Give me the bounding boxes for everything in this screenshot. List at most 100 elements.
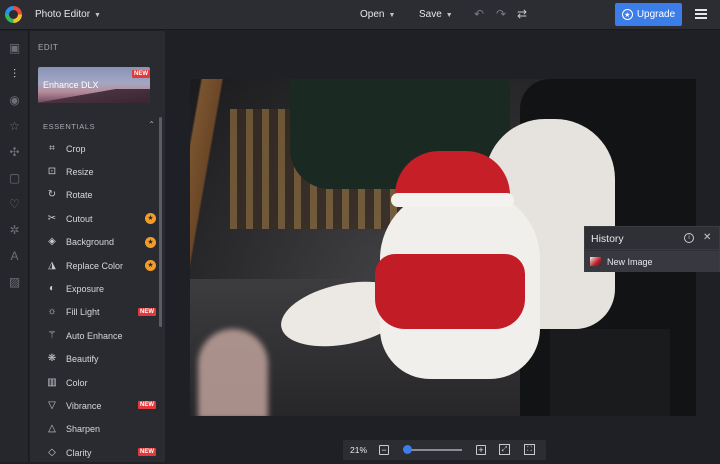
tool-label: Exposure (66, 284, 105, 295)
tool-label: Resize (66, 167, 94, 178)
tool-label: Replace Color (66, 260, 124, 271)
history-thumbnail (590, 257, 601, 266)
save-menu[interactable]: Save ▼ (419, 9, 453, 20)
sun-icon: ☼ (47, 306, 57, 318)
premium-star-icon: ★ (145, 236, 156, 248)
sliders-icon[interactable]: ⫶ (7, 67, 22, 82)
premium-star-icon: ★ (145, 213, 156, 225)
tool-exposure[interactable]: ◐ Exposure (36, 277, 156, 300)
zoom-out-button[interactable]: − (379, 445, 389, 455)
premium-star-icon: ★ (145, 259, 156, 271)
enhance-dlx-banner[interactable]: NEW Enhance DLX (38, 67, 150, 103)
triangle-down-icon: ▽ (48, 399, 56, 411)
tool-clarity[interactable]: ◇ Clarity NEW (36, 441, 156, 464)
resize-icon: ⊡ (47, 166, 57, 178)
actual-size-icon[interactable]: ⛶ (524, 444, 535, 455)
gear-icon[interactable]: ✲ (7, 223, 22, 238)
star-icon: ★ (621, 9, 633, 20)
new-badge: NEW (138, 307, 156, 316)
chevron-up-icon: ⌃ (148, 120, 155, 129)
rotate-icon: ↻ (47, 189, 57, 201)
new-badge: NEW (138, 448, 156, 457)
zoom-in-button[interactable]: + (476, 445, 486, 455)
tool-label: Color (66, 377, 88, 388)
tool-vibrance[interactable]: ▽ Vibrance NEW (36, 394, 156, 417)
upgrade-label: Upgrade (636, 9, 676, 20)
photo-editor-menu[interactable]: Photo Editor ▼ (35, 9, 101, 20)
new-badge: NEW (138, 401, 156, 410)
tool-label: Rotate (66, 190, 93, 201)
edit-panel: EDIT NEW Enhance DLX ESSENTIALS ⌃ ⌗ Crop … (30, 31, 165, 462)
zoom-bar: 21% − + ⤢ ⛶ (343, 440, 546, 460)
tool-color[interactable]: ▥ Color (36, 371, 156, 394)
hamburger-menu-icon[interactable] (695, 9, 707, 19)
tool-crop[interactable]: ⌗ Crop (36, 137, 156, 160)
triangle-up-icon: △ (48, 423, 56, 435)
tool-replace-color[interactable]: ◮ Replace Color ★ (36, 254, 156, 277)
history-header: History i ✕ (585, 227, 720, 250)
tool-list: ⌗ Crop ⊡ Resize ↻ Rotate ✂ Cutout ★ ◈ Backgrou… (36, 137, 156, 464)
zoom-value: 21% (350, 445, 368, 455)
history-item[interactable]: New Image (585, 251, 719, 272)
scissors-icon: ✂ (47, 212, 57, 224)
open-menu[interactable]: Open ▼ (360, 9, 395, 20)
tool-background[interactable]: ◈ Background ★ (36, 231, 156, 254)
info-icon[interactable]: i (684, 233, 694, 243)
app-logo[interactable] (5, 6, 22, 23)
image-icon[interactable]: ▣ (7, 41, 22, 56)
tool-label: Sharpen (66, 424, 101, 435)
magic-icon: ⚚ (47, 329, 57, 341)
new-badge: NEW (132, 70, 150, 78)
tool-label: Vibrance (66, 400, 102, 411)
drop-icon: ◮ (48, 259, 56, 271)
photo-editor-menu-label: Photo Editor (35, 9, 91, 20)
enhance-dlx-label: Enhance DLX (43, 80, 99, 90)
frame-icon[interactable]: ▢ (7, 171, 22, 186)
open-menu-label: Open (360, 9, 385, 20)
tool-label: Clarity (66, 447, 92, 458)
redo-icon[interactable]: ↷ (496, 7, 506, 21)
tool-fill-light[interactable]: ☼ Fill Light NEW (36, 301, 156, 324)
panel-scrollbar[interactable] (159, 117, 162, 327)
top-bar: Photo Editor ▼ Open ▼ Save ▼ ↶ ↷ ⇄ ★ Upgrad… (0, 0, 720, 30)
zoom-slider-thumb[interactable] (403, 445, 413, 454)
exposure-icon: ◐ (48, 283, 56, 295)
sparkle-icon: ❋ (47, 353, 57, 365)
chevron-down-icon: ▼ (94, 12, 101, 19)
tool-resize[interactable]: ⊡ Resize (36, 160, 156, 183)
eye-icon[interactable]: ◉ (7, 93, 22, 108)
eraser-icon: ◈ (48, 236, 56, 248)
close-icon[interactable]: ✕ (703, 232, 711, 243)
essentials-section-header[interactable]: ESSENTIALS ⌃ (36, 119, 158, 133)
history-title: History (591, 233, 624, 245)
tool-label: Auto Enhance (66, 330, 123, 341)
tool-sharpen[interactable]: △ Sharpen (36, 418, 156, 441)
star-icon[interactable]: ☆ (7, 119, 22, 134)
undo-icon[interactable]: ↶ (474, 7, 484, 21)
heart-icon[interactable]: ♡ (7, 197, 22, 212)
text-icon[interactable]: A (7, 249, 22, 264)
tool-beautify[interactable]: ❋ Beautify (36, 348, 156, 371)
tool-auto-enhance[interactable]: ⚚ Auto Enhance (36, 324, 156, 347)
save-menu-label: Save (419, 9, 442, 20)
tool-label: Background (66, 237, 115, 248)
tool-label: Fill Light (66, 307, 100, 318)
texture-icon[interactable]: ▨ (7, 275, 22, 290)
tool-cutout[interactable]: ✂ Cutout ★ (36, 207, 156, 230)
panel-title: EDIT (38, 43, 59, 52)
shapes-icon[interactable]: ✣ (7, 145, 22, 160)
chevron-down-icon: ▼ (388, 12, 396, 19)
chevron-down-icon: ▼ (445, 12, 453, 19)
history-panel: History i ✕ New Image (584, 226, 720, 272)
tool-label: Crop (66, 143, 86, 154)
compare-icon[interactable]: ⇄ (517, 7, 527, 21)
essentials-label: ESSENTIALS (43, 122, 96, 131)
fit-to-screen-icon[interactable]: ⤢ (499, 444, 510, 455)
zoom-slider-track[interactable] (406, 449, 462, 451)
tool-rotate[interactable]: ↻ Rotate (36, 184, 156, 207)
tool-label: Beautify (66, 354, 99, 365)
tool-label: Cutout (66, 213, 93, 224)
upgrade-button[interactable]: ★ Upgrade (615, 3, 682, 26)
tool-category-rail: ▣ ⫶ ◉ ☆ ✣ ▢ ♡ ✲ A ▨ (0, 31, 29, 462)
palette-icon: ▥ (47, 376, 57, 388)
